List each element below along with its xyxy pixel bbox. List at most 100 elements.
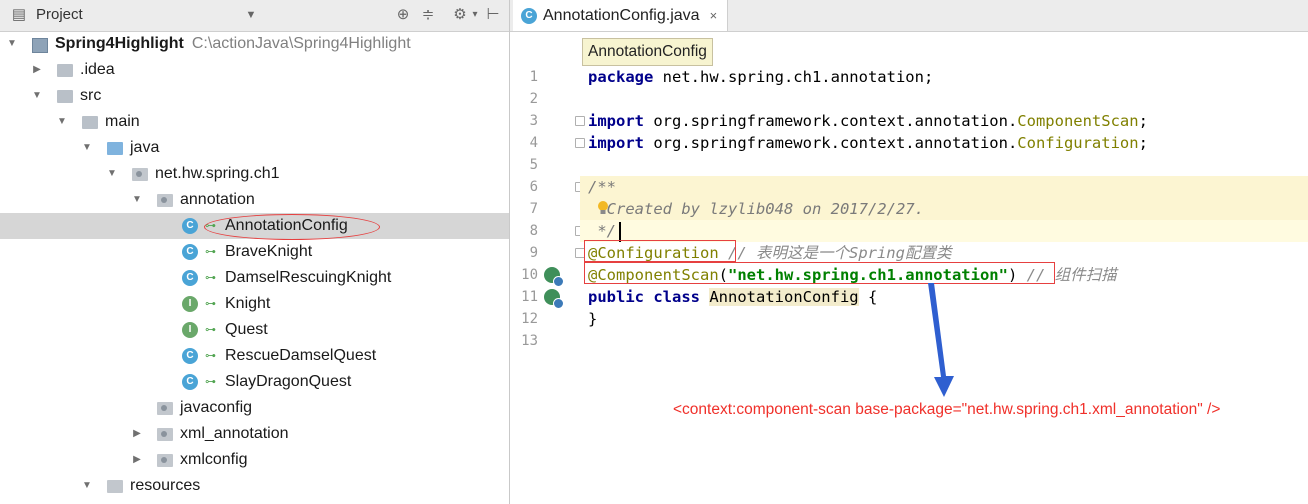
lock-icon: ⊶ <box>205 272 216 284</box>
expand-arrow-icon[interactable]: ▼ <box>6 31 18 57</box>
code-line-3: import org.springframework.context.annot… <box>588 110 1308 132</box>
line-number: 7 <box>529 201 538 217</box>
keyword: import <box>588 112 644 130</box>
tree-item-label: javaconfig <box>180 399 253 416</box>
doc-comment: Created by lzylib048 on 2017/2/27. <box>588 200 924 218</box>
tree-item-main[interactable]: ▼ main <box>0 109 509 135</box>
project-panel: ▤ Project ▼ ⊕ ≑ ⚙ ▾ ⊢ ▼ Spring4Highlight… <box>0 0 510 504</box>
tree-item-slaydragonquest[interactable]: C ⊶ SlayDragonQuest <box>0 369 509 395</box>
collapsed-arrow-icon[interactable]: ▶ <box>131 421 143 447</box>
lock-icon: ⊶ <box>205 376 216 388</box>
tree-item-javaconfig[interactable]: javaconfig <box>0 395 509 421</box>
java-interface-icon: I <box>182 322 198 338</box>
annotation-name: Configuration <box>1017 134 1139 152</box>
collapsed-arrow-icon[interactable]: ▶ <box>131 447 143 473</box>
code-text: } <box>588 310 598 328</box>
tree-item-src[interactable]: ▼ src <box>0 83 509 109</box>
close-icon[interactable]: × <box>710 8 718 23</box>
expand-arrow-icon[interactable]: ▼ <box>131 187 143 213</box>
tree-item-label: DamselRescuingKnight <box>225 269 392 286</box>
keyword: import <box>588 134 644 152</box>
tree-item-knight[interactable]: I ⊶ Knight <box>0 291 509 317</box>
tab-annotationconfig[interactable]: C AnnotationConfig.java × <box>513 0 729 31</box>
tree-item-label: java <box>130 139 160 156</box>
expand-arrow-icon[interactable]: ▼ <box>31 83 43 109</box>
expand-arrow-icon[interactable]: ▼ <box>106 161 118 187</box>
configuration-highlight-box <box>584 240 736 262</box>
line-number: 8 <box>529 223 538 239</box>
tree-item-label: SlayDragonQuest <box>225 373 352 390</box>
java-class-icon: C <box>182 270 198 286</box>
tree-item-package-annotation[interactable]: ▼ annotation <box>0 187 509 213</box>
expand-arrow-icon[interactable]: ▼ <box>81 135 93 161</box>
code-text: net.hw.spring.ch1.annotation; <box>653 68 934 86</box>
class-name: AnnotationConfig <box>709 288 859 306</box>
resources-folder-icon <box>107 480 123 493</box>
bean-icon[interactable] <box>544 267 564 287</box>
tree-item-quest[interactable]: I ⊶ Quest <box>0 317 509 343</box>
collapsed-arrow-icon[interactable]: ▶ <box>31 57 43 83</box>
tree-item-braveknight[interactable]: C ⊶ BraveKnight <box>0 239 509 265</box>
root-path: C:\actionJava\Spring4Highlight <box>191 35 411 52</box>
tree-item-label: RescueDamselQuest <box>225 347 377 364</box>
tree-item-label: main <box>105 113 140 130</box>
tree-item-label: annotation <box>180 191 255 208</box>
tree-item-label: xml_annotation <box>180 425 289 442</box>
code-text: { <box>858 288 878 306</box>
tree-item-root[interactable]: ▼ Spring4Highlight C:\actionJava\Spring4H… <box>0 31 509 57</box>
line-number: 2 <box>529 91 538 107</box>
selection-highlight-oval <box>204 214 380 240</box>
tree-item-damselrescuingknight[interactable]: C ⊶ DamselRescuingKnight <box>0 265 509 291</box>
bean-icon[interactable] <box>544 289 564 309</box>
root-name: Spring4Highlight <box>55 35 184 52</box>
java-class-icon: C <box>521 7 537 24</box>
tree-item-label: Spring4Highlight C:\actionJava\Spring4Hig… <box>55 31 411 57</box>
tree-item-label: Quest <box>225 321 268 338</box>
tree-item-java[interactable]: ▼ java <box>0 135 509 161</box>
java-class-icon: C <box>182 374 198 390</box>
line-number: 10 <box>521 267 538 283</box>
lightbulb-icon[interactable] <box>596 200 610 216</box>
keyword: public class <box>588 288 700 306</box>
tree-item-label: Knight <box>225 295 271 312</box>
tree-item-rescuedamselquest[interactable]: C ⊶ RescueDamselQuest <box>0 343 509 369</box>
code-line-1: package net.hw.spring.ch1.annotation; <box>588 66 1308 88</box>
tree-item-xmlconfig[interactable]: ▶ xmlconfig <box>0 447 509 473</box>
target-icon[interactable]: ⊕ <box>394 6 412 24</box>
text-caret <box>619 222 621 242</box>
doc-comment: */ <box>588 222 616 240</box>
tree-item-idea[interactable]: ▶ .idea <box>0 57 509 83</box>
line-number: 1 <box>529 69 538 85</box>
code-line-7: Created by lzylib048 on 2017/2/27. <box>580 198 1308 220</box>
fold-icon[interactable] <box>575 116 585 126</box>
fold-icon[interactable] <box>575 138 585 148</box>
collapse-icon[interactable]: ≑ <box>419 6 437 24</box>
expand-arrow-icon[interactable]: ▼ <box>81 473 93 499</box>
package-icon <box>157 454 173 467</box>
editor-tab-bar: C AnnotationConfig.java × <box>510 0 1308 32</box>
line-number: 12 <box>521 311 538 327</box>
expand-arrow-icon[interactable]: ▼ <box>56 109 68 135</box>
hide-icon[interactable]: ⊢ <box>484 6 502 24</box>
gear-dropdown-icon[interactable]: ▾ <box>466 6 484 24</box>
tree-item-xml-annotation[interactable]: ▶ xml_annotation <box>0 421 509 447</box>
project-panel-header: ▤ Project ▼ ⊕ ≑ ⚙ ▾ ⊢ <box>0 0 509 32</box>
project-panel-title[interactable]: Project <box>36 6 83 23</box>
editor-panel: C AnnotationConfig.java × AnnotationConf… <box>510 0 1308 504</box>
package-icon <box>157 428 173 441</box>
lock-icon: ⊶ <box>205 246 216 258</box>
line-number: 13 <box>521 333 538 349</box>
java-class-icon: C <box>182 244 198 260</box>
code-text: ; <box>1138 112 1148 130</box>
breadcrumb[interactable]: AnnotationConfig <box>582 38 713 66</box>
tree-item-label: src <box>80 87 102 104</box>
package-icon <box>157 194 173 207</box>
tab-label: AnnotationConfig.java <box>543 6 700 24</box>
tree-item-resources[interactable]: ▼ resources <box>0 473 509 499</box>
code-text: org.springframework.context.annotation. <box>644 134 1018 152</box>
package-icon <box>132 168 148 181</box>
source-folder-icon <box>107 142 123 155</box>
chevron-down-icon[interactable]: ▼ <box>242 6 260 24</box>
tree-item-label: BraveKnight <box>225 243 313 260</box>
tree-item-package-ch1[interactable]: ▼ net.hw.spring.ch1 <box>0 161 509 187</box>
